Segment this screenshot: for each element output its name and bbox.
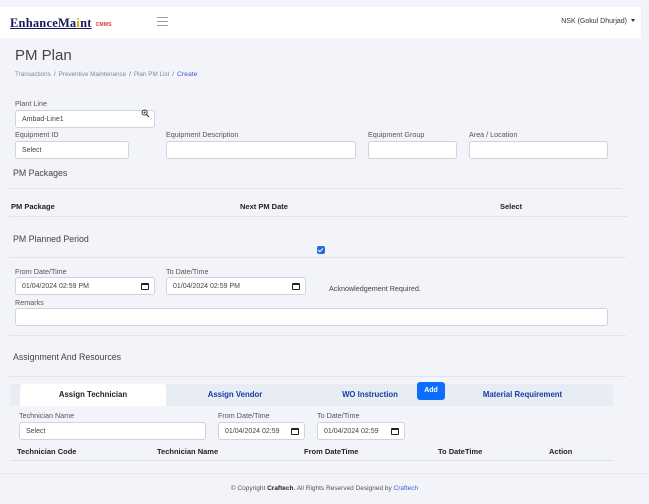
main-content: PM Plan Transactions / Preventive Maintena…	[0, 38, 641, 473]
footer-designer-link[interactable]: Craftech	[394, 485, 419, 492]
user-dropdown[interactable]: NSK (Gokul Dhurjad)	[561, 18, 635, 25]
tab-material-requirement[interactable]: Material Requirement	[465, 384, 580, 406]
divider	[9, 335, 626, 336]
breadcrumb-item[interactable]: Preventive Maintenance	[59, 71, 127, 78]
equipment-group-field[interactable]	[368, 141, 457, 159]
technician-name-header: Technician Name	[157, 447, 219, 456]
divider	[9, 376, 626, 377]
remarks-label: Remarks	[15, 298, 44, 307]
from-date-input[interactable]: 01/04/2024 02:59 PM	[15, 277, 155, 295]
equipment-description-field[interactable]	[166, 141, 356, 159]
divider	[9, 216, 628, 217]
assign-from-date-label: From Date/Time	[218, 411, 270, 420]
from-datetime-header: From DateTime	[304, 447, 359, 456]
action-header: Action	[549, 447, 573, 456]
tab-wo-instruction[interactable]: WO Instruction	[320, 384, 420, 406]
technician-name-label: Technician Name	[19, 411, 75, 420]
area-location-field[interactable]	[469, 141, 608, 159]
breadcrumb-active: Create	[177, 71, 198, 78]
calendar-icon[interactable]	[141, 283, 149, 290]
acknowledgement-label: Acknowledgement Required.	[329, 284, 421, 293]
hamburger-menu-icon[interactable]	[157, 17, 168, 27]
area-location-label: Area / Location	[469, 130, 518, 139]
calendar-icon[interactable]	[291, 428, 299, 435]
breadcrumb-item[interactable]: Plan PM List	[134, 71, 169, 78]
select-header: Select	[500, 202, 523, 211]
plant-line-label: Plant Line	[15, 99, 47, 108]
calendar-icon[interactable]	[391, 428, 399, 435]
to-datetime-header: To DateTime	[438, 447, 483, 456]
breadcrumb-item[interactable]: Transactions	[15, 71, 51, 78]
equipment-group-label: Equipment Group	[368, 130, 425, 139]
assignment-tabs: Assign Technician Assign Vendor WO Instr…	[10, 384, 613, 406]
divider	[9, 257, 626, 258]
page-title: PM Plan	[15, 47, 72, 64]
user-name: NSK (Gokul Dhurjad)	[561, 18, 627, 25]
equipment-id-label: Equipment ID	[15, 130, 59, 139]
divider	[9, 188, 622, 189]
assignment-title: Assignment And Resources	[13, 352, 122, 362]
add-button[interactable]: Add	[417, 382, 445, 400]
from-date-label: From Date/Time	[15, 267, 67, 276]
pm-planned-period-title: PM Planned Period	[13, 234, 89, 244]
remarks-input[interactable]	[15, 308, 608, 326]
caret-down-icon	[631, 19, 635, 22]
calendar-icon[interactable]	[292, 283, 300, 290]
pm-package-header: PM Package	[11, 202, 55, 211]
equipment-description-label: Equipment Description	[166, 130, 239, 139]
search-icon[interactable]	[141, 109, 150, 118]
tab-assign-technician[interactable]: Assign Technician	[20, 384, 166, 406]
equipment-id-select[interactable]: Select	[15, 141, 129, 159]
plant-line-field[interactable]: Ambad-Line1	[15, 110, 155, 128]
pm-packages-title: PM Packages	[13, 168, 68, 178]
to-date-label: To Date/Time	[166, 267, 209, 276]
assign-to-date-label: To Date/Time	[317, 411, 360, 420]
footer-company: Craftech	[267, 485, 294, 492]
assign-from-date-input[interactable]: 01/04/2024 02:59	[218, 422, 305, 440]
footer: © Copyright Craftech. All Rights Reserve…	[0, 473, 649, 504]
brand-logo[interactable]: EnhanceMaint CMMS	[10, 16, 112, 31]
technician-code-header: Technician Code	[17, 447, 77, 456]
top-navbar: EnhanceMaint CMMS NSK (Gokul Dhurjad)	[0, 7, 641, 38]
to-date-input[interactable]: 01/04/2024 02:59 PM	[166, 277, 306, 295]
divider	[10, 460, 613, 461]
tab-assign-vendor[interactable]: Assign Vendor	[185, 384, 285, 406]
technician-name-select[interactable]: Select	[19, 422, 206, 440]
assign-to-date-input[interactable]: 01/04/2024 02:59	[317, 422, 405, 440]
brand-subtitle: CMMS	[95, 22, 112, 28]
breadcrumb: Transactions / Preventive Maintenance / Plan…	[15, 71, 198, 78]
acknowledgement-checkbox[interactable]	[317, 246, 325, 254]
next-pm-date-header: Next PM Date	[240, 202, 288, 211]
